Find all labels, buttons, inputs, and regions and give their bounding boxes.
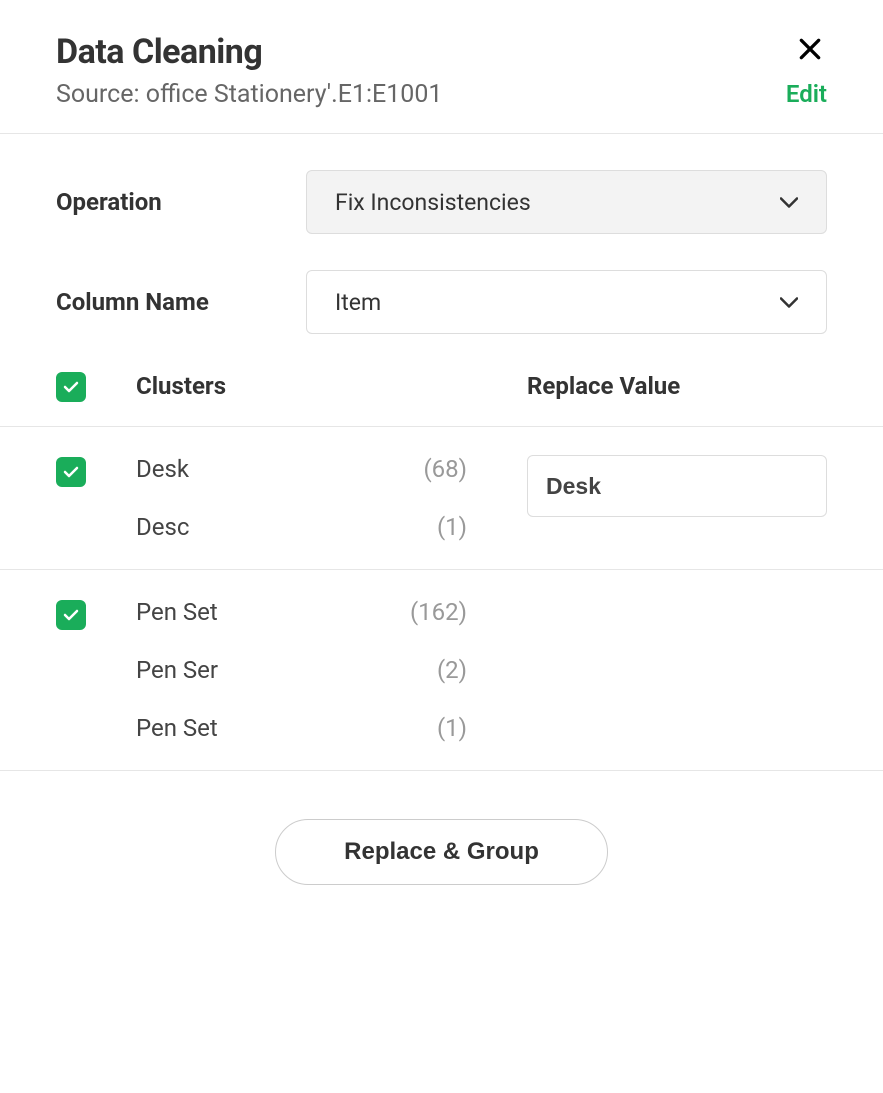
replace-column — [527, 455, 827, 541]
row-checkbox[interactable] — [56, 457, 86, 487]
table-row: Pen Set (162) Pen Ser (2) Pen Set (1) — [0, 570, 883, 771]
operation-row: Operation Fix Inconsistencies — [56, 170, 827, 234]
table-row: Desk (68) Desc (1) — [0, 427, 883, 570]
list-item: Desc (1) — [136, 513, 527, 541]
cluster-count: (1) — [437, 714, 467, 742]
dialog-header: Data Cleaning Source: office Stationery'… — [0, 0, 883, 134]
column-name-value: Item — [335, 289, 381, 316]
table-header: Clusters Replace Value — [0, 370, 883, 427]
operation-label: Operation — [56, 188, 266, 216]
replace-group-button[interactable]: Replace & Group — [275, 819, 608, 885]
cluster-name: Pen Set — [136, 598, 218, 626]
cluster-name: Desc — [136, 513, 189, 541]
list-item: Pen Set (1) — [136, 714, 527, 742]
close-icon — [797, 36, 823, 62]
checkmark-icon — [63, 466, 79, 478]
operation-value: Fix Inconsistencies — [335, 189, 531, 216]
clusters-header: Clusters — [136, 372, 527, 400]
checkmark-icon — [63, 381, 79, 393]
source-row: Source: office Stationery'.E1:E1001 Edit — [56, 80, 827, 109]
column-name-select[interactable]: Item — [306, 270, 827, 334]
replace-column — [527, 598, 827, 742]
dialog-footer: Replace & Group — [0, 771, 883, 933]
header-top-row: Data Cleaning — [56, 32, 827, 72]
replace-header: Replace Value — [527, 372, 827, 400]
page-title: Data Cleaning — [56, 32, 262, 72]
column-name-label: Column Name — [56, 288, 266, 316]
checkbox-column — [56, 370, 136, 402]
edit-link[interactable]: Edit — [786, 80, 827, 108]
column-name-row: Column Name Item — [56, 270, 827, 334]
cluster-name: Pen Set — [136, 714, 218, 742]
row-checkbox[interactable] — [56, 600, 86, 630]
close-button[interactable] — [793, 32, 827, 72]
cluster-name: Desk — [136, 455, 189, 483]
replace-value-input[interactable] — [527, 455, 827, 517]
list-item: Pen Set (162) — [136, 598, 527, 626]
list-item: Pen Ser (2) — [136, 656, 527, 684]
checkbox-column — [56, 598, 136, 742]
chevron-down-icon — [780, 297, 798, 308]
form-section: Operation Fix Inconsistencies Column Nam… — [0, 134, 883, 370]
cluster-name: Pen Ser — [136, 656, 218, 684]
source-label: Source: office Stationery'.E1:E1001 — [56, 80, 442, 109]
cluster-count: (2) — [437, 656, 467, 684]
dialog-container: Data Cleaning Source: office Stationery'… — [0, 0, 883, 933]
select-all-checkbox[interactable] — [56, 372, 86, 402]
cluster-list: Pen Set (162) Pen Ser (2) Pen Set (1) — [136, 598, 527, 742]
operation-select[interactable]: Fix Inconsistencies — [306, 170, 827, 234]
cluster-count: (68) — [423, 455, 467, 483]
list-item: Desk (68) — [136, 455, 527, 483]
chevron-down-icon — [780, 197, 798, 208]
checkmark-icon — [63, 609, 79, 621]
cluster-count: (1) — [437, 513, 467, 541]
cluster-list: Desk (68) Desc (1) — [136, 455, 527, 541]
checkbox-column — [56, 455, 136, 541]
cluster-count: (162) — [410, 598, 467, 626]
